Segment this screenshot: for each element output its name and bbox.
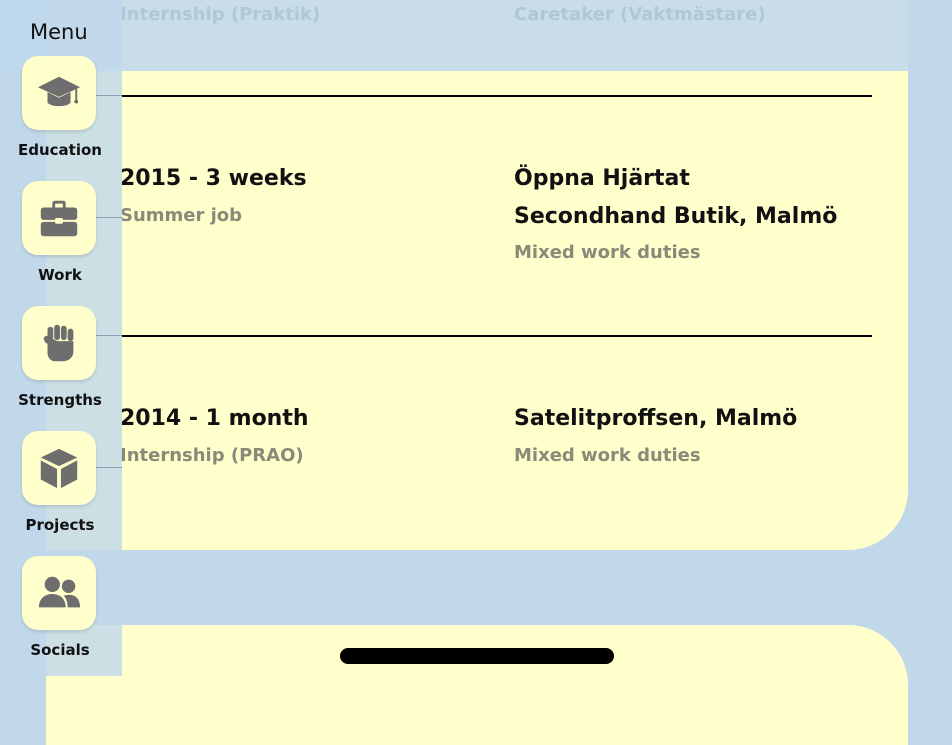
entry-duty: Mixed work duties (514, 242, 701, 263)
fist-icon (43, 324, 74, 362)
socials-button[interactable] (22, 556, 96, 630)
graduation-cap-icon (37, 76, 81, 107)
nav-item-education[interactable]: Education (0, 56, 120, 166)
next-card (46, 625, 908, 745)
entry-place: Öppna Hjärtat Secondhand Butik, Malmö (514, 166, 838, 229)
divider (122, 335, 872, 337)
nav-label-strengths: Strengths (18, 391, 102, 409)
strengths-button[interactable] (22, 306, 96, 380)
home-indicator[interactable] (340, 648, 614, 664)
nav-item-projects[interactable]: Projects (0, 431, 120, 541)
entry-period: 2015 - 3 weeks (120, 166, 307, 191)
work-card (46, 0, 908, 550)
nav-label-projects: Projects (25, 516, 95, 534)
entry-place: Satelitproffsen, Malmö (514, 406, 798, 431)
menu-title[interactable]: Menu (30, 20, 88, 44)
nav-item-strengths[interactable]: Strengths (0, 306, 120, 416)
entry-role: Summer job (120, 205, 243, 226)
entry-duty: Mixed work duties (514, 445, 701, 466)
work-button[interactable] (22, 181, 96, 255)
faded-entry-left: Internship (Praktik) (120, 4, 321, 25)
nav-label-education: Education (18, 141, 102, 159)
users-icon (38, 576, 81, 608)
divider (122, 95, 872, 97)
cube-icon (40, 448, 78, 489)
projects-button[interactable] (22, 431, 96, 505)
nav-item-socials[interactable]: Socials (0, 556, 120, 666)
nav-item-work[interactable]: Work (0, 181, 120, 291)
sidebar-menu: Menu Education Work Strengths Projects S… (0, 0, 122, 676)
nav-label-socials: Socials (30, 641, 90, 659)
faded-entry-right: Caretaker (Vaktmästare) (514, 4, 766, 25)
nav-label-work: Work (38, 266, 82, 284)
top-bar: Internship (Praktik) Caretaker (Vaktmäst… (0, 0, 908, 71)
education-button[interactable] (22, 56, 96, 130)
entry-period: 2014 - 1 month (120, 406, 309, 431)
entry-role: Internship (PRAO) (120, 445, 304, 466)
briefcase-icon (40, 200, 78, 237)
